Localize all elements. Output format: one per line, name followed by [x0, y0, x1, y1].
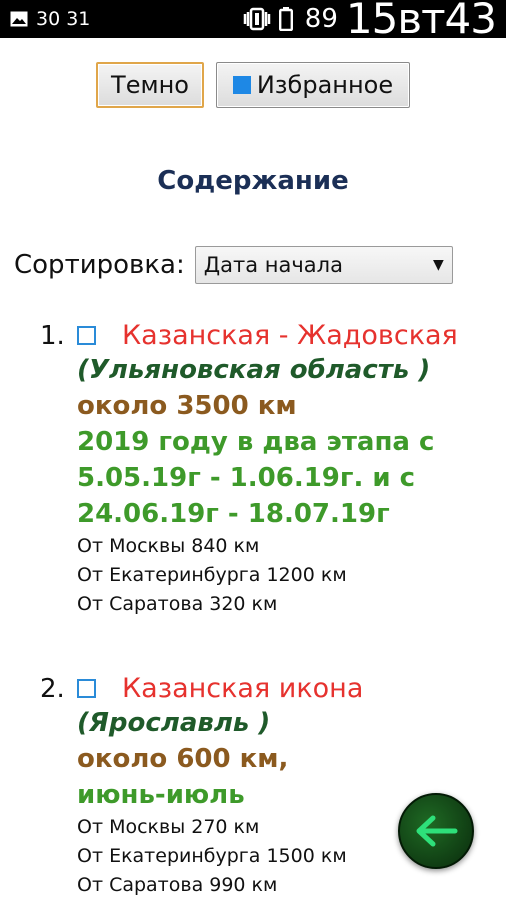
list-item-body: Казанская - Жадовская (Ульяновская облас…: [77, 318, 502, 619]
chevron-down-icon: ▼: [432, 257, 444, 273]
sort-select[interactable]: Дата начала ▼: [194, 246, 453, 284]
status-notification-numbers: 30 31: [36, 8, 91, 30]
list-item-region: (Ульяновская область ): [77, 355, 431, 385]
top-button-row: Темно Избранное: [0, 62, 506, 108]
favorites-marker-icon: [232, 76, 251, 94]
list-item-dates-line: 2019 году в два этапа с: [77, 427, 435, 457]
list-item-title-link[interactable]: Казанская - Жадовская: [122, 320, 458, 351]
list-item-from-moscow: От Москвы 840 км: [77, 535, 260, 557]
list-item-dates-line: 5.05.19г - 1.06.19г. и с: [77, 463, 416, 493]
clock: 15вт43: [345, 0, 497, 43]
favorites-button-label: Избранное: [256, 71, 394, 99]
vibrate-icon: [243, 7, 271, 31]
list-item-dates-line: 24.06.19г - 18.07.19г: [77, 499, 390, 529]
list-item-from-ekaterinburg: От Екатеринбурга 1200 км: [77, 564, 347, 586]
status-left: 30 31: [10, 8, 90, 30]
favorite-checkbox[interactable]: [77, 325, 96, 345]
status-bar: 30 31 89 15вт43: [0, 0, 506, 43]
list-item-title-line: Казанская - Жадовская: [77, 318, 502, 352]
favorites-button[interactable]: Избранное: [216, 62, 410, 108]
back-button[interactable]: [398, 793, 474, 869]
list-item-from-saratov: От Саратова 320 км: [77, 593, 278, 615]
list-item-distance: около 600 км,: [77, 744, 289, 774]
arrow-left-icon: [416, 815, 458, 847]
list-item-title-link[interactable]: Казанская икона: [122, 673, 363, 704]
page-title: Содержание: [157, 166, 349, 196]
sort-label: Сортировка:: [14, 250, 185, 280]
image-icon: [10, 11, 28, 27]
favorite-checkbox[interactable]: [77, 678, 96, 698]
list-item-number: 2.: [40, 674, 65, 704]
dark-mode-button-label: Темно: [111, 71, 189, 99]
sort-row: Сортировка: Дата начала ▼: [14, 246, 453, 284]
sort-selected-value: Дата начала: [203, 253, 343, 277]
list-item-from-saratov: От Саратова 990 км: [77, 874, 278, 896]
battery-level: 89: [304, 4, 338, 34]
list-item-number: 1.: [40, 321, 65, 351]
list-item-title-line: Казанская икона: [77, 671, 502, 705]
status-right: 89 15вт43: [243, 0, 497, 43]
battery-icon: [278, 7, 293, 31]
dark-mode-button[interactable]: Темно: [96, 62, 204, 108]
list-item-distance: около 3500 км: [77, 391, 297, 421]
list-item-region: (Ярославль ): [77, 708, 271, 738]
